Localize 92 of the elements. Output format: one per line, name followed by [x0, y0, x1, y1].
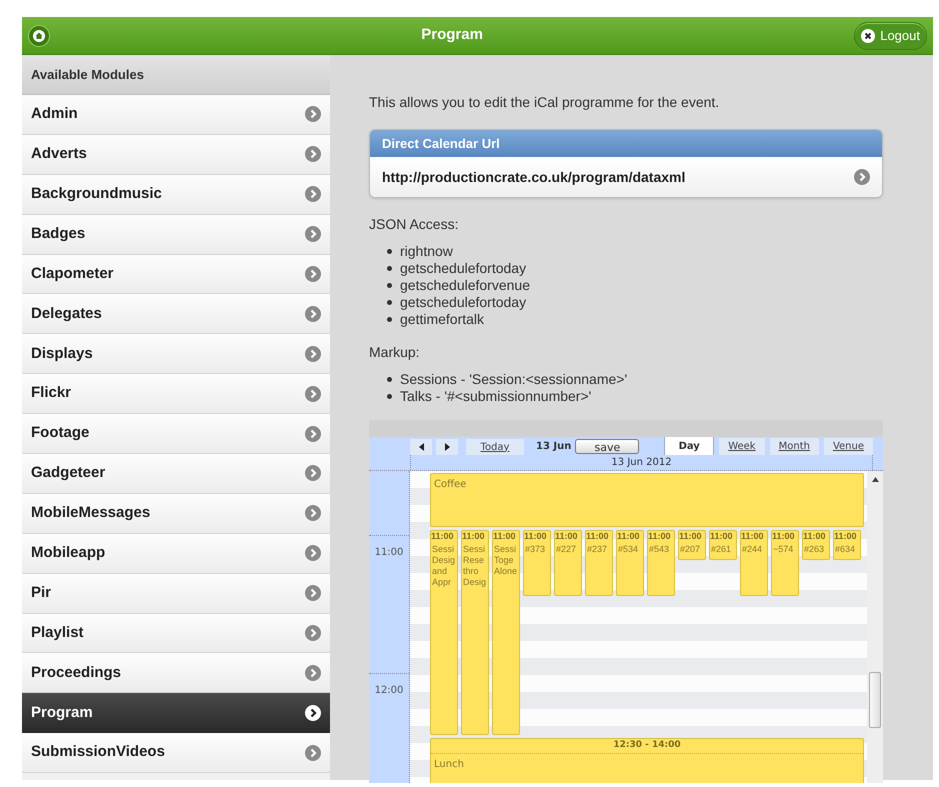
- list-item: getschedulefortoday: [400, 294, 526, 311]
- close-icon: [861, 28, 876, 42]
- hour-label: 11:00: [374, 547, 404, 558]
- chevron-right-icon: [305, 346, 321, 362]
- list-item: rightnow: [400, 243, 453, 260]
- view-tab[interactable]: Month: [770, 438, 819, 455]
- chevron-right-icon: [305, 585, 321, 602]
- sidebar-item[interactable]: Footage: [22, 414, 330, 454]
- chevron-right-icon: [854, 169, 870, 185]
- sidebar-item[interactable]: Playlist: [22, 614, 330, 654]
- sidebar-item[interactable]: Admin: [22, 95, 330, 135]
- view-tab[interactable]: Venue: [824, 438, 873, 455]
- bullet-icon: [387, 300, 392, 305]
- sidebar-item[interactable]: Clapometer: [22, 254, 330, 294]
- sidebar-item[interactable]: Pir: [22, 574, 330, 614]
- sidebar-item[interactable]: Mobileapp: [22, 534, 330, 574]
- calendar-event[interactable]: 11:00 Sessi Desig and Appr: [430, 530, 458, 735]
- chevron-right-icon: [305, 744, 321, 761]
- calendar-event[interactable]: 11:00 #261: [709, 530, 737, 560]
- sidebar-title: Available Modules: [31, 66, 144, 84]
- calendar-event[interactable]: 11:00 #263: [802, 530, 830, 560]
- chevron-right-icon: [305, 505, 321, 522]
- sidebar-item[interactable]: Adverts: [22, 134, 330, 175]
- bullet-icon: [387, 317, 392, 322]
- calendar-event[interactable]: 11:00 Sessi Rese thro Desig: [461, 530, 489, 735]
- home-icon: [33, 30, 45, 42]
- scroll-up-icon: [872, 477, 878, 482]
- list-item: Talks - '#<submissionnumber>': [400, 388, 592, 405]
- hour-label: 12:00: [374, 685, 404, 696]
- bullet-icon: [387, 377, 392, 382]
- chevron-right-icon: [305, 664, 321, 681]
- sidebar-item[interactable]: MobileMessages: [22, 494, 330, 534]
- calendar-event[interactable]: 11:00 #543: [647, 530, 675, 596]
- calendar-event[interactable]: 11:00 #237: [585, 530, 613, 596]
- calendar-url-link[interactable]: http://productioncrate.co.uk/program/dataxml: [370, 157, 882, 197]
- bullet-icon: [387, 394, 392, 399]
- calendar-event[interactable]: 11:00 Sessi Toge Alone: [492, 530, 520, 735]
- calendar-event[interactable]: 12:30 - 14:00 Lunch: [430, 738, 864, 783]
- calendar-event[interactable]: 11:00 #634: [833, 530, 861, 560]
- chevron-right-icon: [305, 386, 321, 402]
- sidebar-item[interactable]: Backgroundmusic: [22, 174, 330, 215]
- view-tab[interactable]: Day: [664, 437, 714, 455]
- list-item: getschedulefortoday: [400, 260, 526, 277]
- sidebar-item[interactable]: SubmissionVideos: [22, 733, 330, 774]
- sidebar-item[interactable]: Delegates: [22, 294, 330, 334]
- sidebar-item[interactable]: Proceedings: [22, 653, 330, 694]
- list-item: gettimefortalk: [400, 311, 484, 328]
- sidebar-item[interactable]: Gadgeteer: [22, 454, 330, 494]
- sidebar-item[interactable]: Displays: [22, 334, 330, 374]
- intro-text: This allows you to edit the iCal programme for the event.: [369, 93, 720, 112]
- list-item: Sessions - 'Session:<sessionname>': [400, 371, 628, 388]
- date-header: 13 Jun 2012: [611, 456, 672, 470]
- chevron-right-icon: [305, 306, 321, 322]
- chevron-right-icon: [305, 106, 321, 122]
- calendar-event[interactable]: 11:00 #244: [740, 530, 768, 596]
- page-title: Program: [421, 25, 483, 46]
- home-button[interactable]: [28, 24, 50, 46]
- chevron-right-icon: [305, 146, 321, 162]
- chevron-right-icon: [305, 704, 321, 721]
- section-title: JSON Access:: [369, 215, 460, 234]
- chevron-right-icon: [305, 186, 321, 202]
- sidebar-item[interactable]: Badges: [22, 214, 330, 255]
- scroll-thumb[interactable]: [869, 672, 881, 728]
- sidebar-item[interactable]: Program: [22, 693, 330, 734]
- current-date: 13 Jun: [536, 440, 572, 454]
- chevron-right-icon: [305, 625, 321, 642]
- next-button[interactable]: [436, 439, 458, 455]
- chevron-right-icon: [305, 266, 321, 282]
- calendar-event[interactable]: 11:00 ~574: [771, 530, 799, 596]
- chevron-right-icon: [305, 545, 321, 562]
- calendar-event[interactable]: 11:00 #227: [554, 530, 582, 596]
- view-tab[interactable]: Week: [719, 438, 765, 455]
- today-button[interactable]: Today: [466, 439, 524, 455]
- sidebar-item[interactable]: Flickr: [22, 374, 330, 414]
- bullet-icon: [387, 283, 392, 288]
- calendar-event[interactable]: 11:00 #373: [523, 530, 551, 596]
- chevron-right-icon: [305, 465, 321, 482]
- chevron-right-icon: [305, 426, 321, 442]
- calendar-event[interactable]: 11:00 #207: [678, 530, 706, 560]
- calendar-event[interactable]: 11:00 #534: [616, 530, 644, 596]
- triangle-right-icon: [444, 443, 450, 451]
- bullet-icon: [387, 266, 392, 271]
- previous-button[interactable]: [410, 439, 432, 455]
- list-item: getscheduleforvenue: [400, 277, 530, 294]
- bullet-icon: [387, 249, 392, 254]
- section-title: Markup:: [369, 343, 421, 362]
- logout-button[interactable]: Logout: [854, 22, 927, 50]
- chevron-right-icon: [305, 226, 321, 242]
- triangle-left-icon: [418, 443, 424, 451]
- scrollbar[interactable]: [867, 471, 883, 783]
- card-title: Direct Calendar Url: [382, 134, 500, 153]
- save-button[interactable]: save: [575, 439, 640, 454]
